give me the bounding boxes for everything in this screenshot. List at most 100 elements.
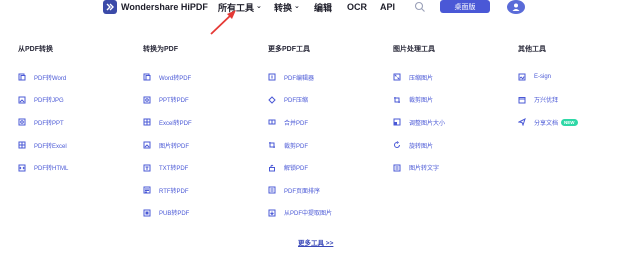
tool-link[interactable]: 图片转PDF (143, 134, 192, 157)
tool-link[interactable]: PPT转PDF (143, 89, 192, 112)
tool-link-label: 从PDF中提取图片 (284, 211, 333, 218)
tool-link[interactable]: E-sign (518, 66, 578, 89)
txt-convert-icon (143, 164, 151, 172)
doc-convert-icon (18, 73, 26, 81)
column-title: 更多PDF工具 (268, 46, 310, 53)
tool-link[interactable]: 解锁PDF (268, 156, 332, 179)
tool-link[interactable]: 裁剪PDF (268, 134, 332, 157)
tool-link[interactable]: 分享文档 NEW (518, 111, 578, 134)
tool-link[interactable]: 旋转图片 (393, 134, 445, 157)
nav-convert[interactable]: 转换 ⌄ (274, 0, 300, 14)
hipdf-logo-icon (103, 0, 117, 14)
ppt-convert-icon (18, 118, 26, 126)
nav-all-tools[interactable]: 所有工具 ⌄ (218, 0, 262, 14)
column-title: 从PDF转换 (18, 46, 53, 53)
pub-convert-icon (143, 209, 151, 217)
nav-ocr[interactable]: OCR (347, 0, 367, 14)
tool-link[interactable]: PDF编辑器 (268, 66, 332, 89)
tool-link-label: 旋转图片 (409, 143, 434, 150)
image-convert-icon (143, 141, 151, 149)
tool-link[interactable]: PDF转HTML (18, 156, 68, 179)
tool-link-label: PDF转PPT (34, 120, 64, 127)
column-title: 图片处理工具 (393, 46, 435, 53)
tool-column: 图片处理工具压缩图片裁剪图片调整图片大小 旋转图片图片转文字 (393, 44, 445, 179)
tool-link-label: 分享文档 (534, 120, 559, 127)
tool-link-label: RTF转PDF (159, 188, 189, 195)
tool-link-label: PDF转HTML (34, 166, 69, 173)
tool-column: 更多PDF工具 PDF编辑器 PDF压缩合并PDF 裁剪PDF 解锁PDF PDF页面排序… (268, 44, 332, 224)
tool-link-label: Word转PDF (159, 75, 192, 82)
tool-link[interactable]: 合并PDF (268, 111, 332, 134)
tool-link[interactable]: TXT转PDF (143, 156, 192, 179)
desktop-version-button[interactable]: 桌面版 (440, 0, 490, 13)
tool-link[interactable]: 万兴优拜 (518, 89, 578, 112)
excel-convert-icon (143, 118, 151, 126)
image-convert-icon (18, 96, 26, 104)
search-icon[interactable] (414, 1, 426, 13)
tool-link-label: E-sign (534, 74, 552, 81)
tool-link[interactable]: Excel转PDF (143, 111, 192, 134)
html-convert-icon (18, 164, 26, 172)
tool-link-label: 合并PDF (284, 120, 309, 127)
tool-link[interactable]: Word转PDF (143, 66, 192, 89)
tool-link[interactable]: RTF转PDF (143, 179, 192, 202)
tool-link-label: 裁剪PDF (284, 143, 309, 150)
edit-icon (268, 73, 276, 81)
tool-link-label: PUB转PDF (159, 211, 190, 218)
tool-link[interactable]: PDF转Word (18, 66, 68, 89)
resize-image-icon (393, 118, 401, 126)
avatar[interactable] (507, 0, 525, 14)
nav-all-tools-label: 所有工具 (218, 2, 255, 13)
crop-image-icon (393, 96, 401, 104)
merge-icon (268, 118, 276, 126)
brand[interactable]: Wondershare HiPDF (103, 0, 208, 14)
tool-link-label: Excel转PDF (159, 120, 192, 127)
tool-link-label: 调整图片大小 (409, 120, 446, 127)
reorder-icon (268, 186, 276, 194)
top-nav-bar: Wondershare HiPDF 所有工具 ⌄ 转换 ⌄ 编辑 OCR API 桌… (0, 0, 635, 18)
tool-link[interactable]: PDF页面排序 (268, 179, 332, 202)
tool-link[interactable]: 调整图片大小 (393, 111, 445, 134)
tool-link-label: 图片转文字 (409, 166, 440, 173)
tool-link[interactable]: 图片转文字 (393, 156, 445, 179)
tool-link[interactable]: PUB转PDF (143, 202, 192, 225)
nav-api[interactable]: API (380, 0, 395, 14)
tool-link-label: TXT转PDF (159, 166, 189, 173)
chevron-down-icon: ⌄ (294, 3, 300, 10)
tool-column: 其他工具 E-sign 万兴优拜分享文档 NEW (518, 44, 578, 134)
tool-column: 从PDF转换 PDF转Word PDF转JPG PDF转PPT PDF转Excel PDF… (18, 44, 68, 179)
extract-icon (268, 209, 276, 217)
calendar-icon (518, 96, 526, 104)
image-to-text-icon (393, 164, 401, 172)
tool-link[interactable]: PDF转Excel (18, 134, 68, 157)
esign-icon (518, 73, 526, 81)
ppt-convert-icon (143, 96, 151, 104)
tool-link[interactable]: PDF压缩 (268, 89, 332, 112)
crop-icon (268, 141, 276, 149)
excel-convert-icon (18, 141, 26, 149)
new-badge: NEW (561, 118, 578, 126)
tool-link[interactable]: PDF转PPT (18, 111, 68, 134)
tool-link-label: 裁剪图片 (409, 98, 434, 105)
more-tools-link[interactable]: 更多工具 >> (298, 237, 333, 247)
rtf-convert-icon (143, 186, 151, 194)
nav-edit[interactable]: 编辑 (314, 0, 332, 14)
tool-link-label: 万兴优拜 (534, 98, 559, 105)
tool-link-label: PDF压缩 (284, 98, 309, 105)
tool-link-label: PPT转PDF (159, 98, 189, 105)
tool-link-label: PDF转JPG (34, 98, 64, 105)
tool-link-label: 压缩图片 (409, 75, 434, 82)
tool-link[interactable]: 从PDF中提取图片 (268, 202, 332, 225)
rotate-image-icon (393, 141, 401, 149)
column-title: 转换为PDF (143, 46, 178, 53)
tool-link[interactable]: 压缩图片 (393, 66, 445, 89)
tool-link[interactable]: 裁剪图片 (393, 89, 445, 112)
column-title: 其他工具 (518, 46, 546, 53)
compress-icon (268, 96, 276, 104)
tool-link[interactable]: PDF转JPG (18, 89, 68, 112)
tool-link-label: PDF转Excel (34, 143, 67, 150)
tool-link-label: PDF页面排序 (284, 188, 321, 195)
tool-link-label: PDF编辑器 (284, 75, 315, 82)
chevron-down-icon: ⌄ (256, 3, 262, 10)
tool-link-label: 解锁PDF (284, 166, 309, 173)
